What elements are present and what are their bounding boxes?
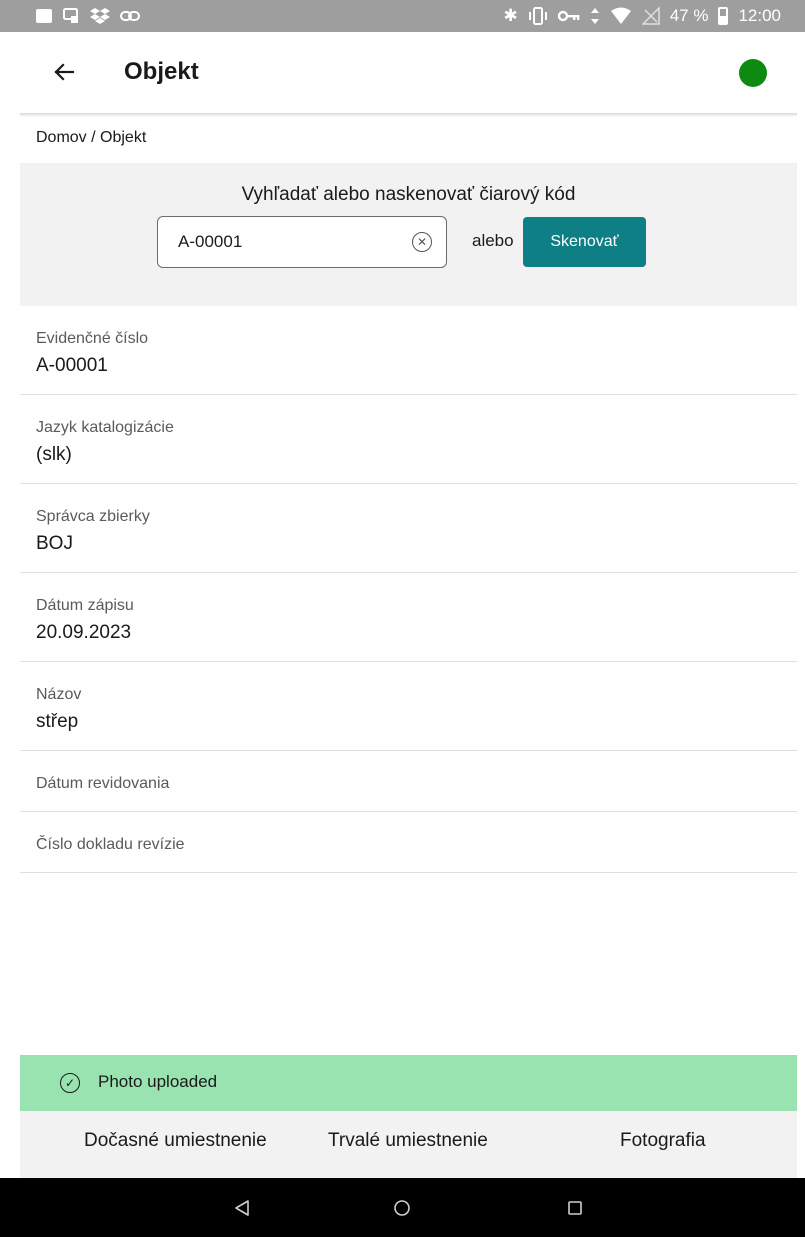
- field-value: A-00001: [36, 355, 108, 376]
- field-label: Správca zbierky: [36, 508, 150, 525]
- scan-button[interactable]: Skenovať: [523, 217, 646, 267]
- field-value: střep: [36, 711, 79, 732]
- field-label: Evidenčné číslo: [36, 330, 149, 347]
- field-value: 20.09.2023: [36, 622, 132, 643]
- app-bar: Objekt: [20, 32, 797, 114]
- nav-home-button[interactable]: [386, 1192, 418, 1224]
- arrow-left-icon: [54, 63, 75, 81]
- vibrate-icon: [528, 7, 547, 25]
- check-circle-icon: ✓: [60, 1073, 80, 1093]
- status-bar-right-icons: ✱ 47 % 12:00: [503, 0, 781, 32]
- tab-fotografia[interactable]: Fotografia: [620, 1130, 706, 1152]
- field-datum-revidovania: Dátum revidovania: [20, 751, 797, 812]
- breadcrumb[interactable]: Domov / Objekt: [36, 129, 146, 147]
- square-recents-icon: [568, 1201, 582, 1215]
- battery-icon: [718, 7, 729, 25]
- system-nav-bar: [0, 1178, 805, 1237]
- no-signal-icon: [641, 7, 660, 25]
- status-bar-left-icons: [36, 0, 140, 32]
- image-icon: [36, 9, 52, 23]
- connection-status-indicator: [739, 59, 767, 87]
- circle-home-icon: [394, 1200, 410, 1216]
- nav-back-button[interactable]: [226, 1192, 258, 1224]
- data-arrows-icon: [590, 8, 599, 24]
- field-label: Názov: [36, 686, 82, 703]
- field-nazov: Názov střep: [20, 662, 797, 751]
- bottom-tabs: Dočasné umiestnenie Trvalé umiestnenie F…: [20, 1111, 797, 1178]
- or-label: alebo: [472, 231, 514, 250]
- search-panel: Vyhľadať alebo naskenovať čiarový kód ✕ …: [20, 163, 797, 306]
- field-label: Dátum zápisu: [36, 597, 134, 614]
- field-label: Jazyk katalogizácie: [36, 419, 174, 436]
- nav-recents-button[interactable]: [559, 1192, 591, 1224]
- object-fields-list: Evidenčné číslo A-00001 Jazyk katalogizá…: [20, 306, 797, 873]
- field-evidencne-cislo: Evidenčné číslo A-00001: [20, 306, 797, 395]
- status-bar: ✱ 47 % 12:00: [0, 0, 805, 32]
- screencast-icon: [63, 8, 78, 23]
- app-bar-divider: [20, 113, 797, 117]
- vpn-key-icon: [557, 10, 580, 22]
- field-value: BOJ: [36, 533, 73, 554]
- field-datum-zapisu: Dátum zápisu 20.09.2023: [20, 573, 797, 662]
- tab-trvale-umiestnenie[interactable]: Trvalé umiestnenie: [328, 1130, 488, 1152]
- field-spravca-zbierky: Správca zbierky BOJ: [20, 484, 797, 573]
- triangle-back-icon: [235, 1200, 249, 1216]
- tab-docasne-umiestnenie[interactable]: Dočasné umiestnenie: [84, 1130, 267, 1152]
- clear-icon[interactable]: ✕: [412, 232, 432, 252]
- field-cislo-dokladu-revizie: Číslo dokladu revízie: [20, 812, 797, 873]
- back-button[interactable]: [46, 54, 82, 90]
- page-title: Objekt: [124, 58, 199, 85]
- search-box[interactable]: ✕: [157, 216, 447, 268]
- search-title: Vyhľadať alebo naskenovať čiarový kód: [241, 184, 576, 205]
- field-jazyk-katalogizacie: Jazyk katalogizácie (slk): [20, 395, 797, 484]
- upload-toast: ✓ Photo uploaded: [20, 1055, 797, 1111]
- search-input[interactable]: [178, 217, 398, 267]
- bluetooth-icon: ✱: [503, 6, 518, 25]
- wifi-icon: [610, 7, 631, 24]
- link-icon: [120, 11, 140, 21]
- clock: 12:00: [738, 6, 781, 25]
- field-label: Dátum revidovania: [36, 775, 170, 792]
- toast-message: Photo uploaded: [98, 1072, 218, 1091]
- field-label: Číslo dokladu revízie: [36, 836, 185, 853]
- battery-percent: 47 %: [669, 6, 709, 25]
- field-value: (slk): [36, 444, 72, 465]
- dropbox-icon: [90, 8, 110, 24]
